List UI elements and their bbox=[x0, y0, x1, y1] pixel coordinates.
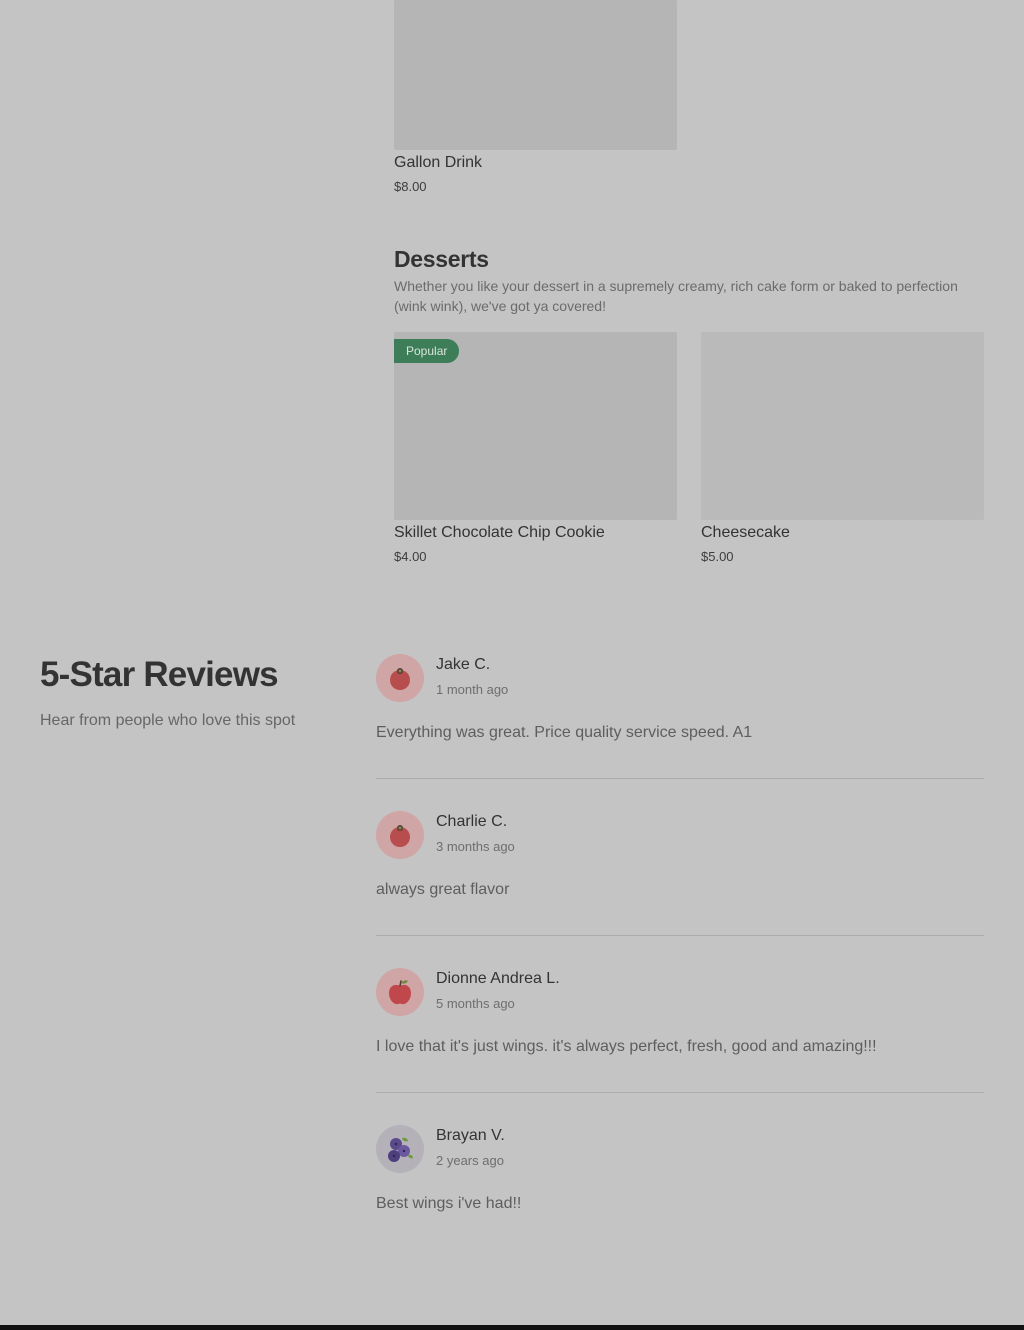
reviewer-avatar bbox=[376, 1125, 424, 1173]
cheesecake-name[interactable]: Cheesecake bbox=[701, 524, 790, 542]
review-divider bbox=[376, 935, 984, 936]
gallon-drink-price: $8.00 bbox=[394, 179, 427, 194]
cheesecake-image[interactable] bbox=[701, 332, 984, 520]
desserts-section-title: Desserts bbox=[394, 246, 489, 272]
reviewer-name: Dionne Andrea L. bbox=[436, 970, 560, 987]
review-text: Everything was great. Price quality serv… bbox=[376, 724, 753, 741]
review-item: Jake C. 1 month ago Everything was great… bbox=[376, 654, 984, 779]
reviews-subtitle: Hear from people who love this spot bbox=[40, 712, 296, 729]
reviewer-name: Charlie C. bbox=[436, 813, 508, 830]
review-time: 3 months ago bbox=[436, 839, 515, 854]
blueberry-icon bbox=[388, 1137, 413, 1162]
tomato-icon bbox=[390, 668, 410, 690]
gallon-drink-name[interactable]: Gallon Drink bbox=[394, 154, 482, 172]
reviewer-avatar bbox=[376, 811, 424, 859]
review-item: Charlie C. 3 months ago always great fla… bbox=[376, 811, 984, 936]
reviewer-avatar bbox=[376, 968, 424, 1016]
cheesecake-price: $5.00 bbox=[701, 549, 734, 564]
reviews-title: 5-Star Reviews bbox=[40, 655, 279, 694]
review-time: 1 month ago bbox=[436, 682, 509, 697]
review-time: 2 years ago bbox=[436, 1153, 504, 1168]
apple-icon bbox=[389, 980, 411, 1005]
review-item: Brayan V. 2 years ago Best wings i've ha… bbox=[376, 1125, 984, 1225]
popular-badge: Popular bbox=[394, 339, 460, 363]
reviewer-avatar bbox=[376, 654, 424, 702]
desserts-section-description: Whether you like your dessert in a supre… bbox=[394, 278, 958, 314]
tomato-icon bbox=[390, 825, 410, 847]
review-divider bbox=[376, 778, 984, 779]
gallon-drink-image[interactable] bbox=[394, 0, 677, 150]
review-time: 5 months ago bbox=[436, 996, 515, 1011]
review-text: always great flavor bbox=[376, 881, 510, 898]
review-item: Dionne Andrea L. 5 months ago I love tha… bbox=[376, 968, 984, 1093]
review-text: I love that it's just wings. it's always… bbox=[376, 1038, 877, 1055]
footer-bar bbox=[0, 1325, 1024, 1330]
reviewer-name: Brayan V. bbox=[436, 1127, 505, 1144]
skillet-cookie-price: $4.00 bbox=[394, 549, 427, 564]
review-text: Best wings i've had!! bbox=[376, 1195, 522, 1212]
reviewer-name: Jake C. bbox=[436, 656, 491, 673]
review-divider bbox=[376, 1092, 984, 1093]
skillet-cookie-name[interactable]: Skillet Chocolate Chip Cookie bbox=[394, 524, 605, 542]
